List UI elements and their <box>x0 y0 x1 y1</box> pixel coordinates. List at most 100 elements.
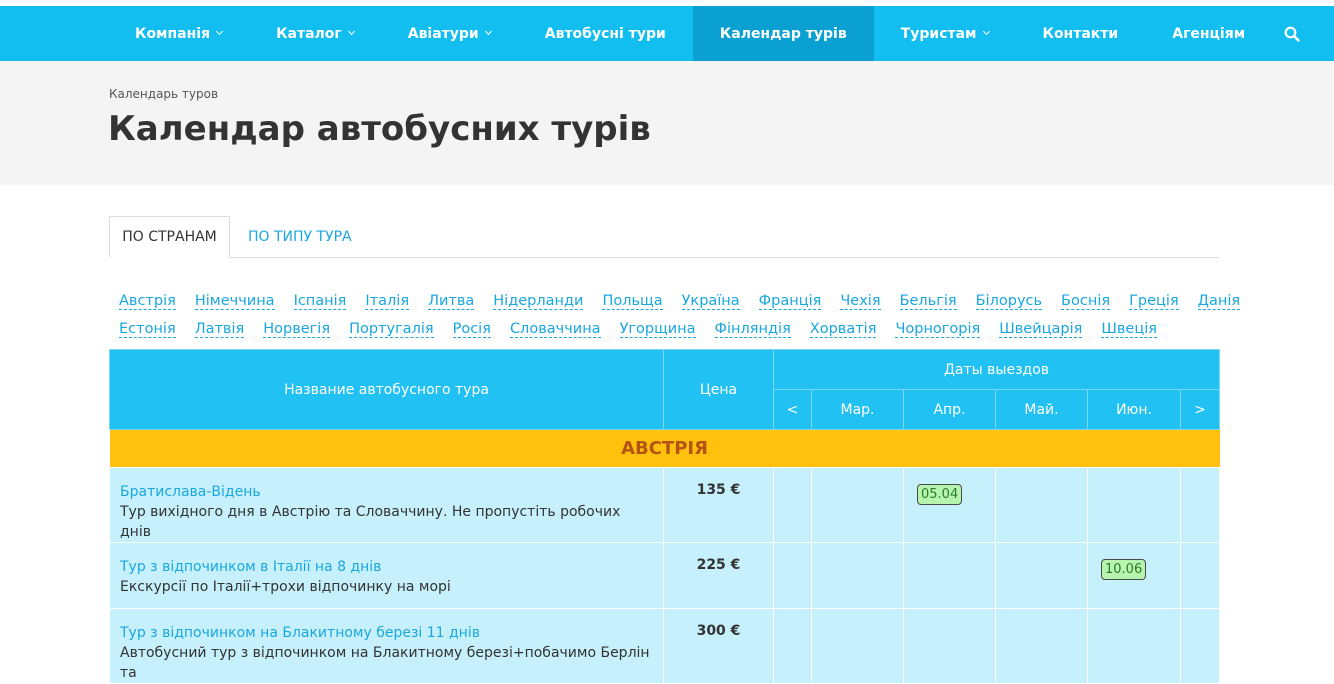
tour-name-link[interactable]: Тур з відпочинком на Блакитному березі 1… <box>120 623 653 643</box>
nav-item-agencies[interactable]: Агенціям <box>1145 6 1272 61</box>
tour-calendar-table: Название автобусного тура Цена Даты выез… <box>109 349 1221 684</box>
chevron-down-icon <box>216 27 224 36</box>
date-cell: 05.04 <box>903 467 996 543</box>
country-link[interactable]: Росія <box>452 321 491 338</box>
nav-item-contacts[interactable]: Контакти <box>1016 6 1146 61</box>
tour-cell: Братислава-Відень Тур вихідного дня в Ав… <box>109 467 664 543</box>
country-link[interactable]: Бельгія <box>899 293 957 310</box>
country-link[interactable]: Швейцарія <box>999 321 1083 338</box>
country-link[interactable]: Словаччина <box>509 321 601 338</box>
tour-price: 300 € <box>663 608 774 684</box>
tour-cell: Тур з відпочинком в Італії на 8 днів Екс… <box>109 542 664 609</box>
nav-item-label: Календар турів <box>719 25 847 42</box>
nav-item-label: Авіатури <box>407 25 479 42</box>
country-link[interactable]: Португалія <box>349 321 434 338</box>
date-cell <box>995 542 1088 609</box>
country-link[interactable]: Данія <box>1197 293 1241 310</box>
nav-item-label: Туристам <box>900 25 977 42</box>
tour-description: Тур вихідного дня в Австрію та Словаччин… <box>120 504 621 540</box>
nav-item-bus-tours[interactable]: Автобусні тури <box>518 6 693 61</box>
date-cell <box>773 608 812 684</box>
country-link[interactable]: Нідерланди <box>493 293 584 310</box>
date-cell <box>1087 467 1181 543</box>
date-cell <box>995 467 1088 543</box>
date-cell <box>1087 608 1181 684</box>
date-cell <box>1179 467 1221 543</box>
departure-date-badge[interactable]: 05.04 <box>917 484 963 505</box>
nav-item-label: Каталог <box>276 25 342 42</box>
country-row: Естонія Латвія Норвегія Португалія Росія Слов… <box>119 315 1219 343</box>
tour-name-link[interactable]: Тур з відпочинком в Італії на 8 днів <box>120 557 653 577</box>
tour-name-link[interactable]: Братислава-Відень <box>120 482 653 502</box>
page-title: Календар автобусних турів <box>108 109 651 149</box>
chevron-down-icon <box>347 27 355 36</box>
filter-tabs: ПО СТРАНАМ ПО ТИПУ ТУРА <box>109 216 1219 258</box>
table-row: Тур з відпочинком на Блакитному березі 1… <box>109 608 1221 684</box>
column-header-price: Цена <box>663 349 774 430</box>
country-link[interactable]: Україна <box>681 293 740 310</box>
nav-menu: Компанія Каталог Авіатури Автобусні тури… <box>108 6 1312 61</box>
country-link[interactable]: Литва <box>428 293 475 310</box>
tab-by-country[interactable]: ПО СТРАНАМ <box>109 216 230 258</box>
tour-description: Екскурсії по Італії+трохи відпочинку на … <box>120 579 451 595</box>
country-link[interactable]: Польща <box>602 293 663 310</box>
country-filter: Австрія Німеччина Іспанія Італія Литва Нідерл… <box>119 287 1241 343</box>
country-link[interactable]: Іспанія <box>293 293 347 310</box>
country-link[interactable]: Боснія <box>1061 293 1111 310</box>
country-link[interactable]: Швеція <box>1101 321 1157 338</box>
table-row: Братислава-Відень Тур вихідного дня в Ав… <box>109 467 1221 543</box>
nav-item-air-tours[interactable]: Авіатури <box>381 6 518 61</box>
nav-item-label: Компанія <box>135 25 211 42</box>
month-header: Апр. <box>903 389 996 430</box>
column-header-name: Название автобусного тура <box>109 349 664 430</box>
nav-item-label: Контакти <box>1042 25 1119 42</box>
country-link[interactable]: Фінляндія <box>714 321 791 338</box>
nav-item-company[interactable]: Компанія <box>108 6 249 61</box>
date-cell <box>903 608 996 684</box>
country-row: Австрія Німеччина Іспанія Італія Литва Нідерл… <box>119 287 1241 315</box>
tab-by-tour-type[interactable]: ПО ТИПУ ТУРА <box>248 216 352 258</box>
nav-item-tourists[interactable]: Туристам <box>874 6 1016 61</box>
date-cell <box>1179 608 1221 684</box>
tour-price: 135 € <box>663 467 774 543</box>
column-header-dates: Даты выездов <box>772 349 1221 390</box>
month-header: Май. <box>995 389 1088 430</box>
tour-cell: Тур з відпочинком на Блакитному березі 1… <box>109 608 664 684</box>
country-link[interactable]: Австрія <box>119 293 176 310</box>
departure-date-badge[interactable]: 10.06 <box>1101 559 1147 580</box>
country-link[interactable]: Хорватія <box>809 321 877 338</box>
country-link[interactable]: Білорусь <box>975 293 1043 310</box>
next-month-button[interactable]: > <box>1179 389 1221 430</box>
prev-month-button[interactable]: < <box>773 389 812 430</box>
country-link[interactable]: Італія <box>365 293 410 310</box>
breadcrumb[interactable]: Календарь туров <box>109 87 218 101</box>
nav-item-catalog[interactable]: Каталог <box>249 6 381 61</box>
top-navigation: Компанія Каталог Авіатури Автобусні тури… <box>0 6 1334 61</box>
page-header: Календарь туров Календар автобусних турі… <box>0 61 1334 185</box>
chevron-down-icon <box>484 27 492 36</box>
country-group-row: АВСТРІЯ <box>109 429 1220 468</box>
country-link[interactable]: Німеччина <box>194 293 275 310</box>
chevron-down-icon <box>982 27 990 36</box>
country-link[interactable]: Угорщина <box>619 321 696 338</box>
date-cell <box>995 608 1088 684</box>
country-link[interactable]: Естонія <box>119 321 176 338</box>
date-cell <box>1179 542 1221 609</box>
country-link[interactable]: Греція <box>1129 293 1179 310</box>
date-cell <box>903 542 996 609</box>
table-row: Тур з відпочинком в Італії на 8 днів Екс… <box>109 542 1221 609</box>
country-link[interactable]: Норвегія <box>263 321 331 338</box>
tour-price: 225 € <box>663 542 774 609</box>
nav-item-tour-calendar[interactable]: Календар турів <box>692 6 874 61</box>
country-link[interactable]: Франція <box>758 293 822 310</box>
country-link[interactable]: Латвія <box>194 321 245 338</box>
date-cell <box>773 467 812 543</box>
country-link[interactable]: Чехія <box>840 293 881 310</box>
search-icon[interactable] <box>1272 6 1312 61</box>
date-cell <box>811 467 904 543</box>
month-header: Июн. <box>1087 389 1181 430</box>
country-group-label: АВСТРІЯ <box>109 429 1220 468</box>
date-cell <box>773 542 812 609</box>
country-link[interactable]: Чорногорія <box>895 321 981 338</box>
date-cell <box>811 608 904 684</box>
